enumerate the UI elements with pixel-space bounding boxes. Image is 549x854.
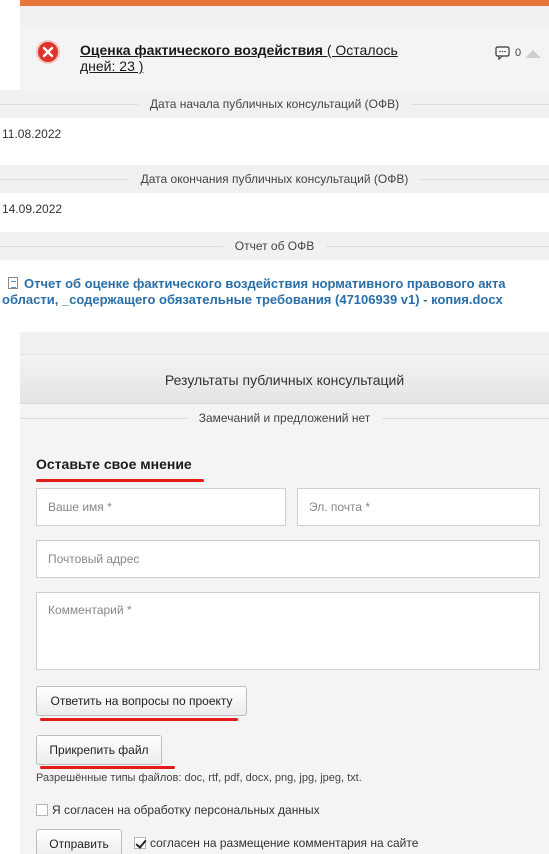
results-header: Результаты публичных консультаций [20, 354, 549, 404]
form-heading: Оставьте свое мнение [36, 456, 192, 472]
end-date-separator: Дата окончания публичных консультаций (О… [0, 165, 549, 193]
start-date-separator: Дата начала публичных консультаций (ОФВ) [0, 90, 549, 118]
comments-count: 0 [515, 46, 522, 59]
annotation-underline [40, 718, 238, 721]
document-icon [8, 277, 18, 289]
end-date-label: Дата окончания публичных консультаций (О… [128, 172, 421, 186]
comments-counter[interactable]: 0 [495, 46, 522, 61]
top-spacer [20, 6, 549, 30]
stage-header[interactable]: Оценка фактического воздействия ( Остало… [20, 30, 549, 90]
report-file-link[interactable]: Отчет об оценке фактического воздействия… [2, 276, 541, 308]
annotation-underline [40, 766, 175, 769]
collapse-arrow-icon[interactable] [525, 50, 541, 58]
submit-button[interactable]: Отправить [36, 829, 122, 854]
end-date-value: 14.09.2022 [0, 193, 549, 224]
name-input[interactable]: Ваше имя * [36, 488, 286, 526]
personal-data-label[interactable]: Я согласен на обработку персональных дан… [52, 803, 320, 817]
no-comments-label: Замечаний и предложений нет [186, 411, 383, 425]
start-date-label: Дата начала публичных консультаций (ОФВ) [137, 97, 412, 111]
report-file-name[interactable]: Отчет об оценке фактического воздействия… [2, 276, 506, 307]
email-input[interactable]: Эл. почта * [297, 488, 540, 526]
spacer [20, 332, 549, 354]
publish-consent-checkbox[interactable] [134, 837, 146, 849]
answer-questions-button[interactable]: Ответить на вопросы по проекту [36, 686, 247, 716]
file-types-hint: Разрешённые типы файлов: doc, rtf, pdf, … [36, 772, 362, 784]
comment-icon [495, 46, 510, 61]
publish-consent-label[interactable]: согласен на размещение комментария на са… [150, 836, 418, 850]
report-row: Отчет об оценке фактического воздействия… [0, 262, 549, 332]
annotation-underline [36, 479, 204, 482]
start-date-value: 11.08.2022 [0, 118, 549, 149]
publish-consent[interactable]: согласен на размещение комментария на са… [134, 836, 418, 850]
personal-data-consent[interactable]: Я согласен на обработку персональных дан… [36, 803, 320, 817]
address-input[interactable]: Почтовый адрес [36, 540, 540, 578]
no-comments-separator: Замечаний и предложений нет [20, 404, 549, 432]
report-separator: Отчет об ОФВ [0, 232, 549, 260]
stage-title[interactable]: Оценка фактического воздействия [80, 42, 323, 58]
error-status-icon [36, 40, 60, 64]
personal-data-checkbox[interactable] [36, 804, 48, 816]
comment-textarea[interactable]: Комментарий * [36, 592, 540, 670]
attach-file-button[interactable]: Прикрепить файл [36, 735, 162, 765]
report-label: Отчет об ОФВ [222, 239, 327, 253]
stage-title-link[interactable]: Оценка фактического воздействия ( Остало… [80, 42, 420, 74]
